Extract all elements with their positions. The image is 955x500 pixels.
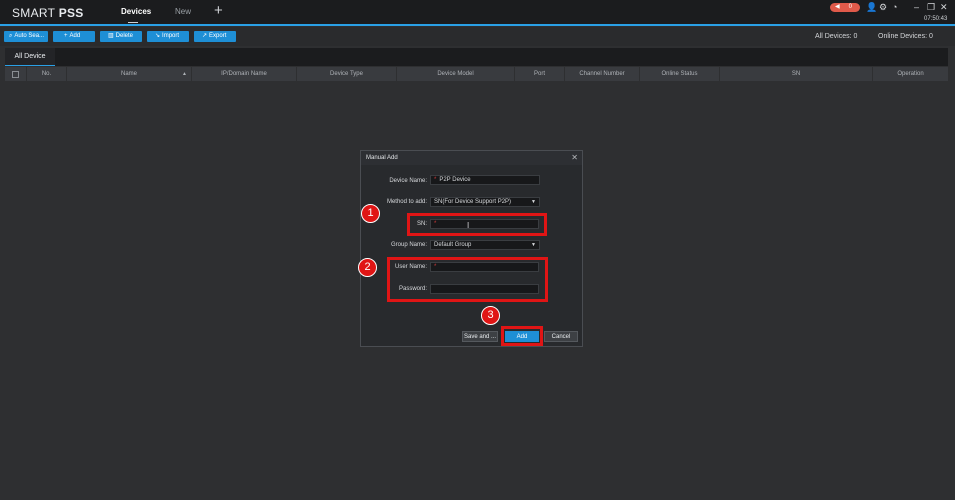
auto-search-button[interactable]: ⌕ Auto Sea... (4, 31, 48, 42)
method-to-add-select[interactable]: SN(For Device Support P2P) ▼ (430, 197, 540, 207)
save-and-continue-button[interactable]: Save and ... (462, 331, 498, 342)
gauge-icon[interactable]: ◔ (892, 2, 897, 12)
column-name[interactable]: Name (67, 67, 192, 81)
add-button[interactable]: + Add (53, 31, 95, 42)
column-device-model[interactable]: Device Model (397, 67, 515, 81)
dialog-title: Manual Add (366, 155, 398, 161)
chevron-down-icon: ▼ (531, 242, 536, 248)
device-tab-bar (5, 48, 948, 66)
tab-new[interactable]: New (175, 7, 191, 16)
highlight-box-add (501, 326, 543, 346)
export-icon: ↗ (202, 33, 208, 39)
column-port[interactable]: Port (515, 67, 565, 81)
clock: 07:50:43 (924, 16, 948, 22)
column-no[interactable]: No. (27, 67, 67, 81)
minimize-icon[interactable]: – (914, 2, 919, 12)
table-header: No. Name IP/Domain Name Device Type Devi… (5, 67, 948, 81)
step-marker-3: 3 (481, 306, 500, 325)
column-sn[interactable]: SN (720, 67, 873, 81)
chevron-down-icon: ▼ (531, 199, 536, 205)
close-icon[interactable]: ✕ (571, 153, 578, 162)
title-bar: SMART PSS Devices New + ◀ 0 👤 ⚙ ◔ – ❐ ✕ … (0, 0, 955, 26)
column-channel-number[interactable]: Channel Number (565, 67, 640, 81)
delete-button[interactable]: ▥ Delete (100, 31, 142, 42)
column-operation[interactable]: Operation (873, 67, 948, 81)
all-devices-count: All Devices: 0 (815, 33, 858, 40)
group-name-select[interactable]: Default Group ▼ (430, 240, 540, 250)
tab-devices[interactable]: Devices (121, 7, 151, 16)
step-marker-2: 2 (358, 258, 377, 277)
restore-icon[interactable]: ❐ (927, 2, 935, 12)
device-name-field[interactable]: * P2P Device (430, 175, 540, 185)
import-icon: ↘ (155, 33, 161, 39)
method-to-add-label: Method to add: (386, 199, 427, 205)
alarm-count: 0 (848, 4, 852, 10)
device-name-label: Device Name: (389, 178, 427, 184)
accent-line (0, 24, 955, 26)
column-ip-domain[interactable]: IP/Domain Name (192, 67, 297, 81)
column-device-type[interactable]: Device Type (297, 67, 397, 81)
plus-icon: + (214, 2, 223, 19)
export-button[interactable]: ↗ Export (194, 31, 236, 42)
app-logo: SMART PSS (12, 6, 84, 20)
highlight-box-credentials (387, 257, 548, 302)
close-icon[interactable]: ✕ (940, 2, 948, 12)
alarm-badge[interactable]: ◀ 0 (830, 3, 860, 12)
active-tab-indicator (128, 22, 138, 23)
group-name-label: Group Name: (390, 242, 427, 248)
plus-icon: + (64, 33, 68, 39)
step-marker-1: 1 (361, 204, 380, 223)
dialog-header: Manual Add ✕ (361, 151, 582, 165)
import-button[interactable]: ↘ Import (147, 31, 189, 42)
trash-icon: ▥ (108, 33, 114, 39)
highlight-box-sn (407, 213, 547, 236)
sort-ascending-icon[interactable]: ▲ (182, 71, 187, 77)
add-tab-button[interactable]: + (214, 3, 223, 19)
column-online-status[interactable]: Online Status (640, 67, 720, 81)
gear-icon[interactable]: ⚙ (879, 2, 887, 12)
toolbar: ⌕ Auto Sea... + Add ▥ Delete ↘ Import ↗ Expor… (0, 27, 955, 46)
alarm-icon: ◀ (835, 4, 840, 10)
cancel-button[interactable]: Cancel (544, 331, 578, 342)
user-icon[interactable]: 👤 (866, 2, 877, 12)
search-icon: ⌕ (9, 33, 13, 39)
online-devices-count: Online Devices: 0 (878, 33, 933, 40)
select-all-checkbox[interactable] (12, 71, 19, 78)
tab-all-device[interactable]: All Device (5, 48, 55, 66)
